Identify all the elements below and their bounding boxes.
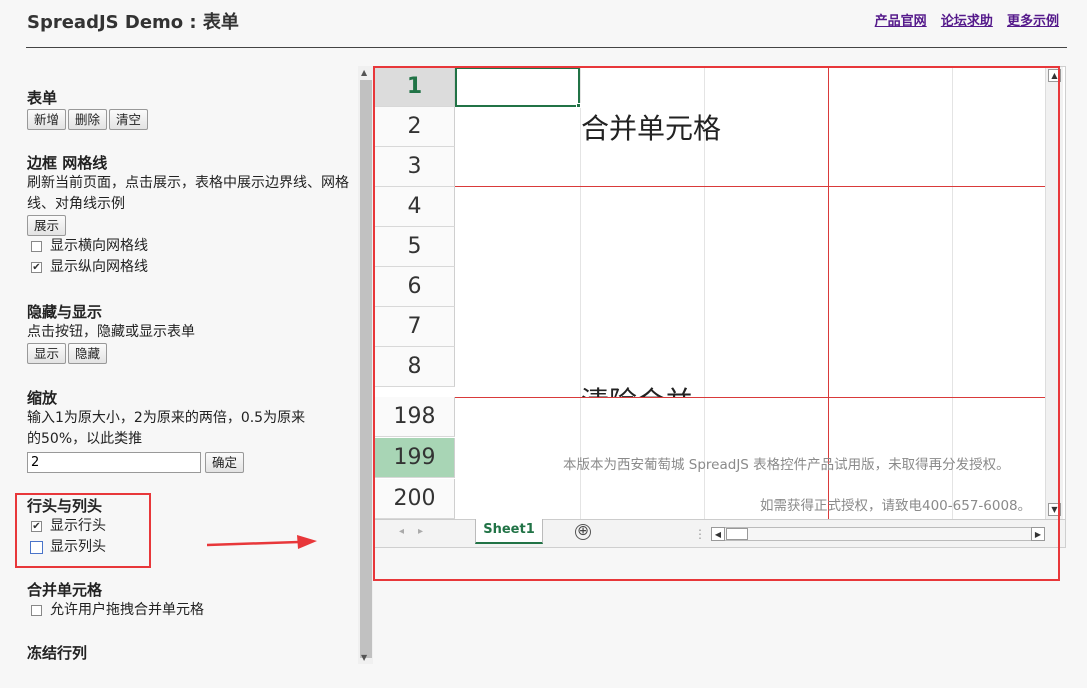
- annotation-highlight-box: [15, 493, 151, 568]
- section-form: 表单 新增 删除 清空: [27, 88, 352, 130]
- section-title: 冻结行列: [27, 644, 88, 662]
- confirm-button[interactable]: 确定: [205, 452, 245, 473]
- header-divider: [26, 47, 1067, 48]
- sidebar-scrollbar[interactable]: ▲ ▼: [358, 66, 373, 664]
- annotation-highlight-box: [373, 66, 1060, 581]
- allow-drag-merge-checkbox[interactable]: [31, 605, 42, 616]
- zoom-input[interactable]: [27, 452, 201, 473]
- section-title: 边框 网格线: [27, 154, 108, 172]
- add-button[interactable]: 新增: [27, 109, 67, 130]
- link-more-examples[interactable]: 更多示例: [1007, 14, 1059, 29]
- link-product-site[interactable]: 产品官网: [875, 14, 927, 29]
- show-demo-button[interactable]: 展示: [27, 215, 67, 236]
- section-hide-show: 隐藏与显示 点击按钮，隐藏或显示表单 显示 隐藏: [27, 302, 352, 364]
- scroll-up-icon[interactable]: ▲: [361, 68, 367, 77]
- section-description: 刷新当前页面，点击展示，表格中展示边界线、网格线、对角线示例: [27, 175, 349, 212]
- link-forum-help[interactable]: 论坛求助: [941, 14, 993, 29]
- section-border: 边框 网格线 刷新当前页面，点击展示，表格中展示边界线、网格线、对角线示例 展示…: [27, 153, 352, 278]
- section-title: 合并单元格: [27, 581, 103, 599]
- delete-button[interactable]: 删除: [68, 109, 108, 130]
- scroll-down-icon[interactable]: ▼: [361, 653, 367, 662]
- page-title: SpreadJS Demo : 表单: [27, 12, 239, 33]
- section-zoom: 缩放 输入1为原大小，2为原来的两倍，0.5为原来的50%，以此类推 确定: [27, 388, 352, 473]
- hide-button[interactable]: 隐藏: [68, 343, 108, 364]
- section-title: 缩放: [27, 389, 58, 407]
- clear-button[interactable]: 清空: [109, 109, 149, 130]
- checkbox-label: 显示纵向网格线: [50, 259, 148, 275]
- section-description: 输入1为原大小，2为原来的两倍，0.5为原来的50%，以此类推: [27, 410, 306, 447]
- section-title: 隐藏与显示: [27, 303, 103, 321]
- checkbox-label: 显示横向网格线: [50, 238, 148, 254]
- section-title: 表单: [27, 89, 58, 107]
- section-description: 点击按钮，隐藏或显示表单: [27, 324, 195, 340]
- vertical-gridline-checkbox[interactable]: ✔: [31, 262, 42, 273]
- header-links: 产品官网 论坛求助 更多示例: [865, 10, 1059, 29]
- scrollbar-thumb[interactable]: [360, 80, 372, 658]
- checkbox-label: 允许用户拖拽合并单元格: [50, 602, 204, 618]
- checkbox-row[interactable]: 显示横向网格线: [27, 236, 352, 257]
- annotation-arrow-icon: [207, 535, 317, 549]
- checkbox-row[interactable]: ✔ 显示纵向网格线: [27, 257, 352, 278]
- section-freeze: 冻结行列: [27, 643, 352, 663]
- section-merge: 合并单元格 允许用户拖拽合并单元格: [27, 580, 352, 621]
- show-button[interactable]: 显示: [27, 343, 67, 364]
- horizontal-gridline-checkbox[interactable]: [31, 241, 42, 252]
- checkbox-row[interactable]: 允许用户拖拽合并单元格: [27, 600, 352, 621]
